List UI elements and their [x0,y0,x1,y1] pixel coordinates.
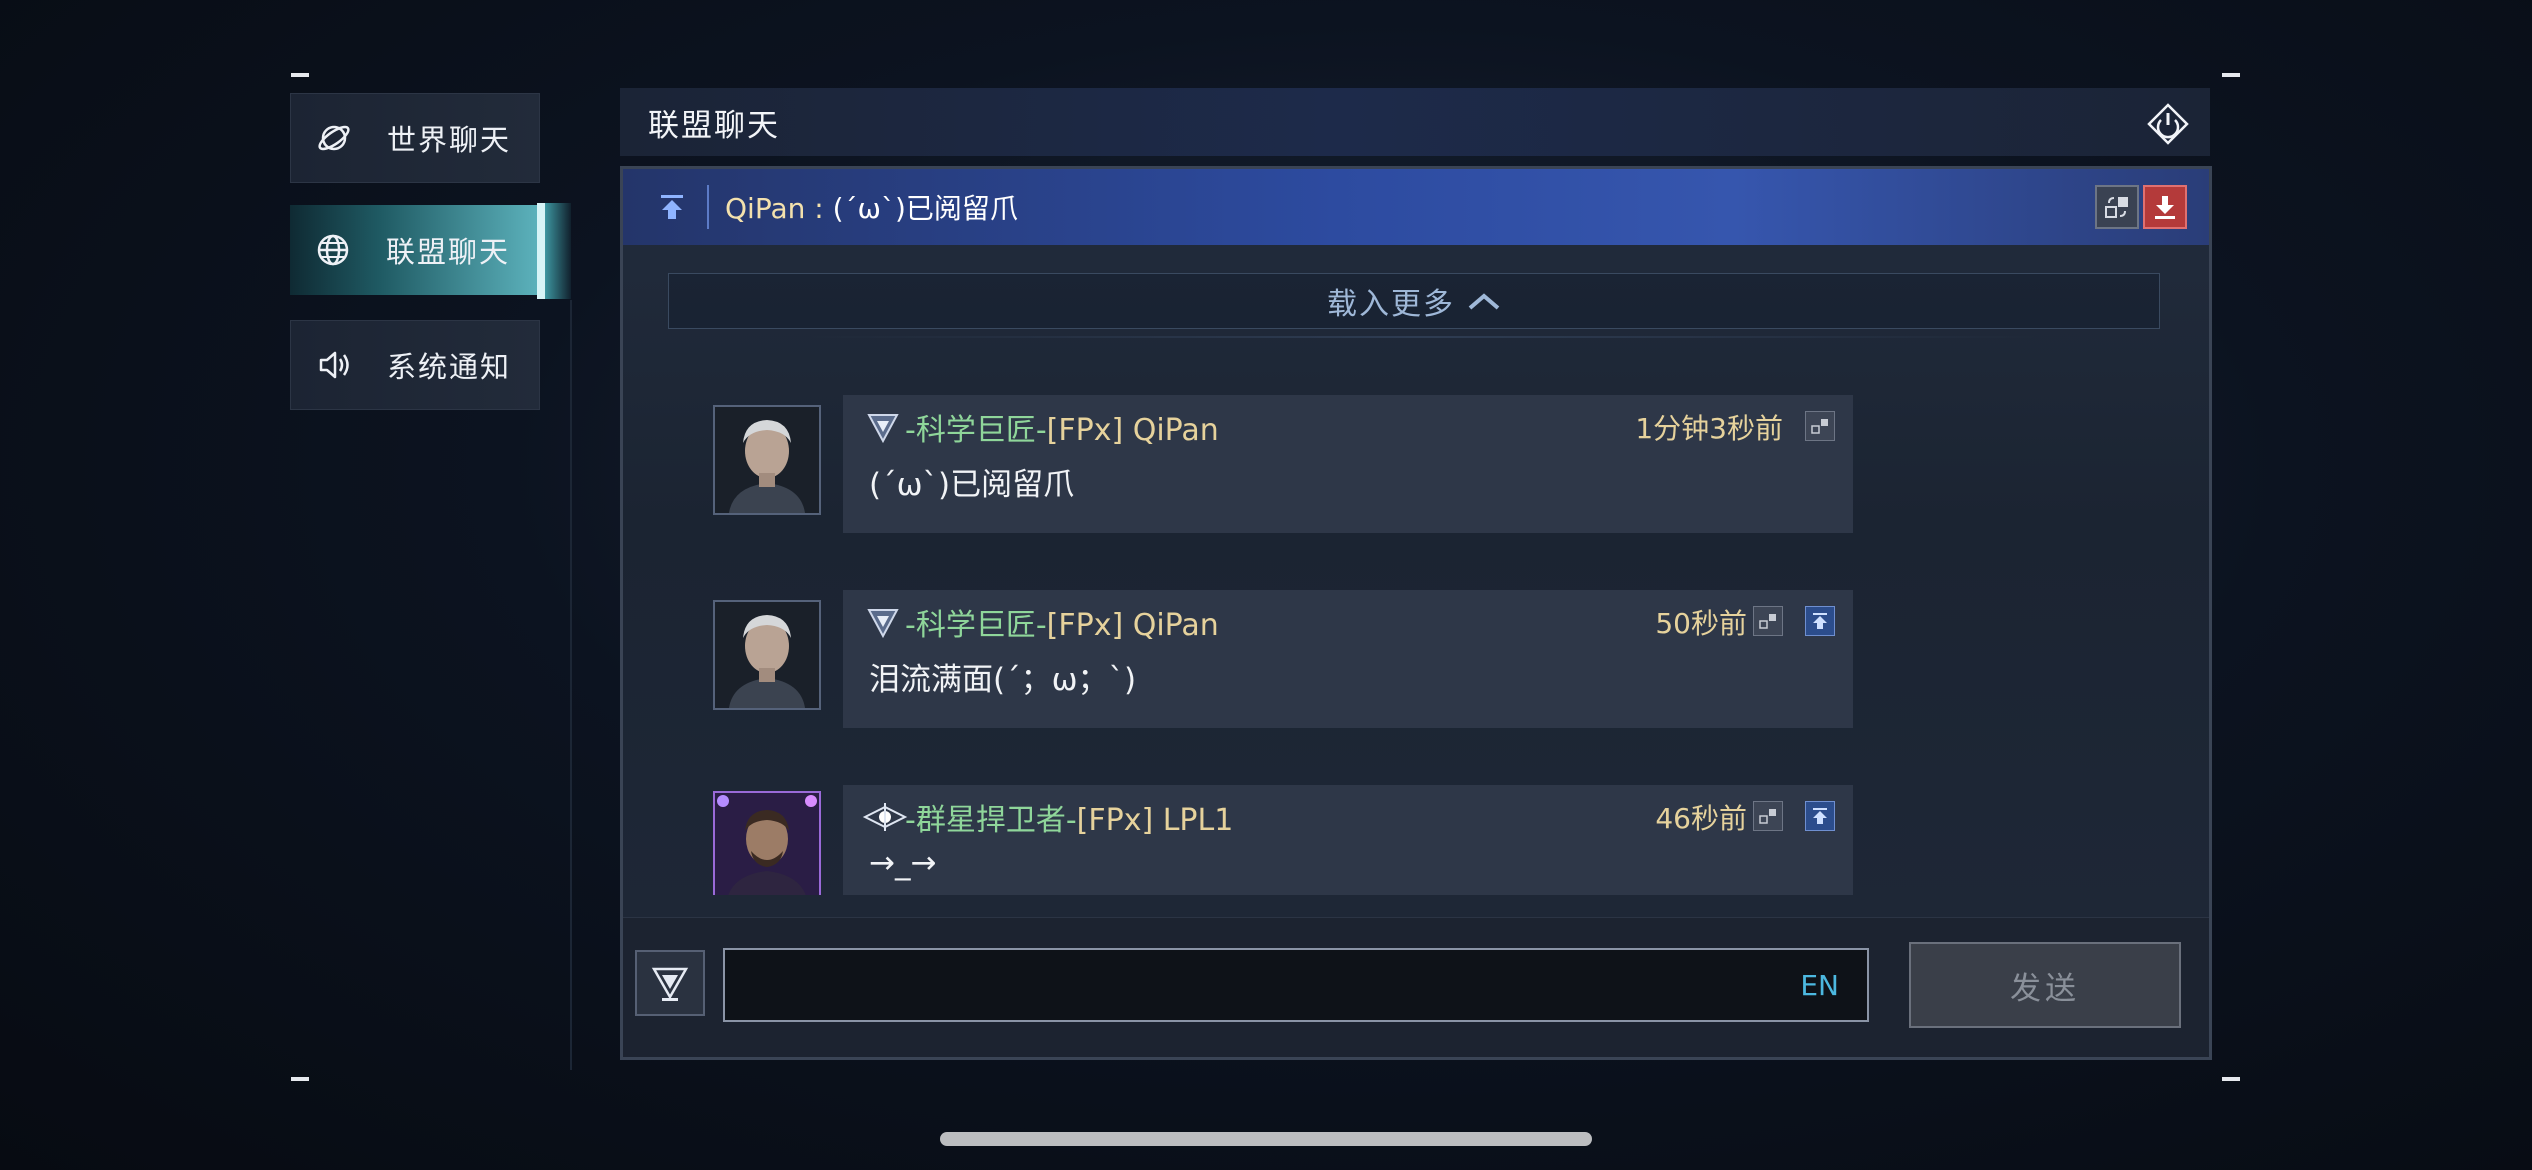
pin-message-icon[interactable] [1805,606,1835,636]
unpin-button[interactable] [2143,185,2187,229]
player-tag: [FPx] LPL1 [1076,803,1234,838]
player-tag: [FPx] QiPan [1046,413,1219,448]
avatar[interactable] [713,791,821,895]
avatar[interactable] [713,600,821,710]
sender-name[interactable]: -科学巨匠-[FPx] QiPan [905,600,1219,644]
pinned-message: QiPan : (´ω`)已阅留爪 [725,187,1018,227]
divider [803,336,2043,338]
translate-icon[interactable] [1753,801,1783,831]
language-toggle[interactable]: EN [1800,969,1839,1002]
speaker-icon [315,346,353,384]
active-indicator-glow [545,203,571,299]
message-bubble[interactable]: -群星捍卫者-[FPx] LPL1 46秒前 →_→ [843,785,1853,895]
alliance-name: -科学巨匠- [905,413,1047,448]
load-more-button[interactable]: 载入更多 [668,273,2160,329]
translate-icon[interactable] [1753,606,1783,636]
pinned-message-bar[interactable]: QiPan : (´ω`)已阅留爪 [623,169,2209,245]
pinned-text: (´ω`)已阅留爪 [832,192,1018,225]
sidebar-item-label: 世界聊天 [387,123,512,157]
player-tag: [FPx] QiPan [1046,608,1219,643]
planet-icon [315,119,353,157]
sidebar-item-label: 联盟聊天 [386,235,511,269]
chat-message: -科学巨匠-[FPx] QiPan 50秒前 泪流满面(´；ω；`) [713,590,1863,730]
chat-input-field[interactable]: EN [723,948,1869,1022]
chat-panel: QiPan : (´ω`)已阅留爪 载入更多 -科学巨匠-[FPx] QiPan… [620,166,2212,1060]
chat-message: -科学巨匠-[FPx] QiPan 1分钟3秒前 (´ω`)已阅留爪 [713,395,1863,535]
rank-icon [865,604,901,640]
message-text: (´ω`)已阅留爪 [869,467,1075,503]
chat-header: 联盟聊天 [620,88,2210,156]
rank-icon [865,409,901,445]
translate-icon[interactable] [1805,411,1835,441]
corner-mark [291,1077,309,1081]
divider [570,300,572,1070]
sidebar-item-alliance-chat[interactable]: 联盟聊天 [290,205,546,295]
corner-mark [291,73,309,77]
load-more-label: 载入更多 [1327,287,1455,322]
divider [707,185,709,229]
timestamp: 1分钟3秒前 [1635,412,1783,445]
chevron-up-icon [1467,291,1501,311]
pinned-sender: QiPan [725,192,806,225]
sidebar-item-label: 系统通知 [387,350,512,384]
home-indicator[interactable] [940,1132,1592,1146]
avatar[interactable] [713,405,821,515]
sidebar-item-world-chat[interactable]: 世界聊天 [290,93,540,183]
rank-icon [861,799,909,835]
pin-message-icon[interactable] [1805,801,1835,831]
exit-icon[interactable] [2146,102,2190,146]
pin-top-icon [657,192,687,222]
timestamp: 46秒前 [1655,802,1747,835]
page-title: 联盟聊天 [648,107,780,144]
message-text: →_→ [869,845,937,881]
send-label: 发送 [2010,970,2080,1007]
corner-mark [2222,73,2240,77]
globe-icon [314,231,352,269]
chat-input-bar: EN 发送 [623,917,2209,1057]
chat-message: -群星捍卫者-[FPx] LPL1 46秒前 →_→ [713,785,1863,895]
send-button[interactable]: 发送 [1909,942,2181,1028]
sender-name[interactable]: -群星捍卫者-[FPx] LPL1 [905,795,1233,839]
timestamp: 50秒前 [1655,607,1747,640]
alliance-name: -科学巨匠- [905,608,1047,643]
message-bubble[interactable]: -科学巨匠-[FPx] QiPan 1分钟3秒前 (´ω`)已阅留爪 [843,395,1853,533]
message-bubble[interactable]: -科学巨匠-[FPx] QiPan 50秒前 泪流满面(´；ω；`) [843,590,1853,728]
alliance-name: -群星捍卫者- [905,803,1077,838]
sidebar-item-system-notice[interactable]: 系统通知 [290,320,540,410]
active-indicator [537,203,545,299]
emoji-button[interactable] [635,950,705,1016]
corner-mark [2222,1077,2240,1081]
translate-button[interactable] [2095,185,2139,229]
pinned-separator: : [805,192,833,225]
sender-name[interactable]: -科学巨匠-[FPx] QiPan [905,405,1219,449]
message-text: 泪流满面(´；ω；`) [869,662,1137,698]
